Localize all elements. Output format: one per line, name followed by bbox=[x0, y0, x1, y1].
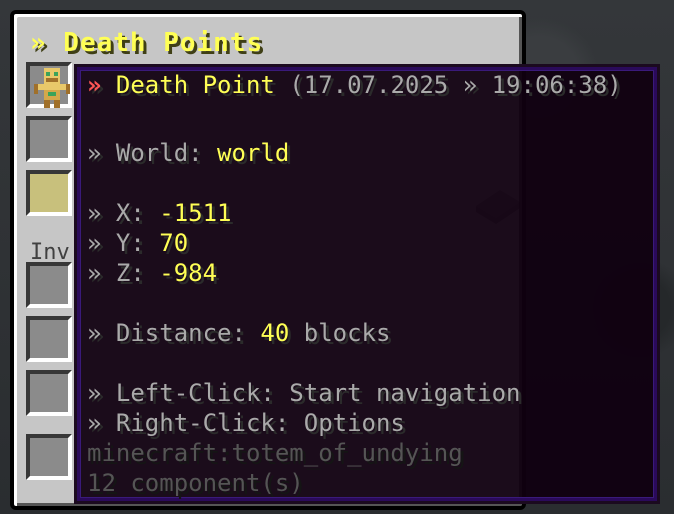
inventory-slot[interactable] bbox=[26, 262, 72, 308]
inventory-slot[interactable] bbox=[26, 316, 72, 362]
x-line: » X: -1511 bbox=[87, 199, 232, 227]
header-arrow: » bbox=[87, 71, 102, 99]
left-click-hint: » Left-Click: Start navigation bbox=[87, 379, 521, 407]
z-line: » Z: -984 bbox=[87, 259, 217, 287]
y-value: 70 bbox=[159, 229, 189, 257]
z-prefix: » Z: bbox=[87, 259, 160, 287]
inventory-slot[interactable] bbox=[26, 370, 72, 416]
distance-suffix: blocks bbox=[289, 319, 391, 347]
window-title: » Death Points bbox=[30, 28, 264, 58]
y-line: » Y: 70 bbox=[87, 229, 188, 257]
y-prefix: » Y: bbox=[87, 229, 160, 257]
death-point-slot[interactable] bbox=[26, 62, 72, 108]
header-timestamp: (17.07.2025 » 19:06:38) bbox=[289, 71, 622, 99]
component-count: 12 component(s) bbox=[87, 469, 304, 497]
world-value: world bbox=[217, 139, 290, 167]
distance-prefix: » Distance: bbox=[87, 319, 261, 347]
highlighted-slot[interactable] bbox=[26, 170, 72, 216]
distance-value: 40 bbox=[260, 319, 290, 347]
z-value: -984 bbox=[159, 259, 218, 287]
distance-line: » Distance: 40 blocks bbox=[87, 319, 390, 347]
tooltip-header: » Death Point (17.07.2025 » 19:06:38) bbox=[87, 71, 622, 99]
world-line: » World: world bbox=[87, 139, 289, 167]
hotbar-slot[interactable] bbox=[26, 434, 72, 480]
empty-slot[interactable] bbox=[26, 116, 72, 162]
x-value: -1511 bbox=[159, 199, 232, 227]
world-prefix: » World: bbox=[87, 139, 218, 167]
item-id: minecraft:totem_of_undying bbox=[87, 439, 463, 467]
totem-of-undying-icon bbox=[34, 68, 70, 108]
right-click-hint: » Right-Click: Options bbox=[87, 409, 405, 437]
death-point-tooltip: » Death Point (17.07.2025 » 19:06:38) » … bbox=[74, 64, 660, 504]
x-prefix: » X: bbox=[87, 199, 160, 227]
header-name: Death Point bbox=[115, 71, 275, 99]
